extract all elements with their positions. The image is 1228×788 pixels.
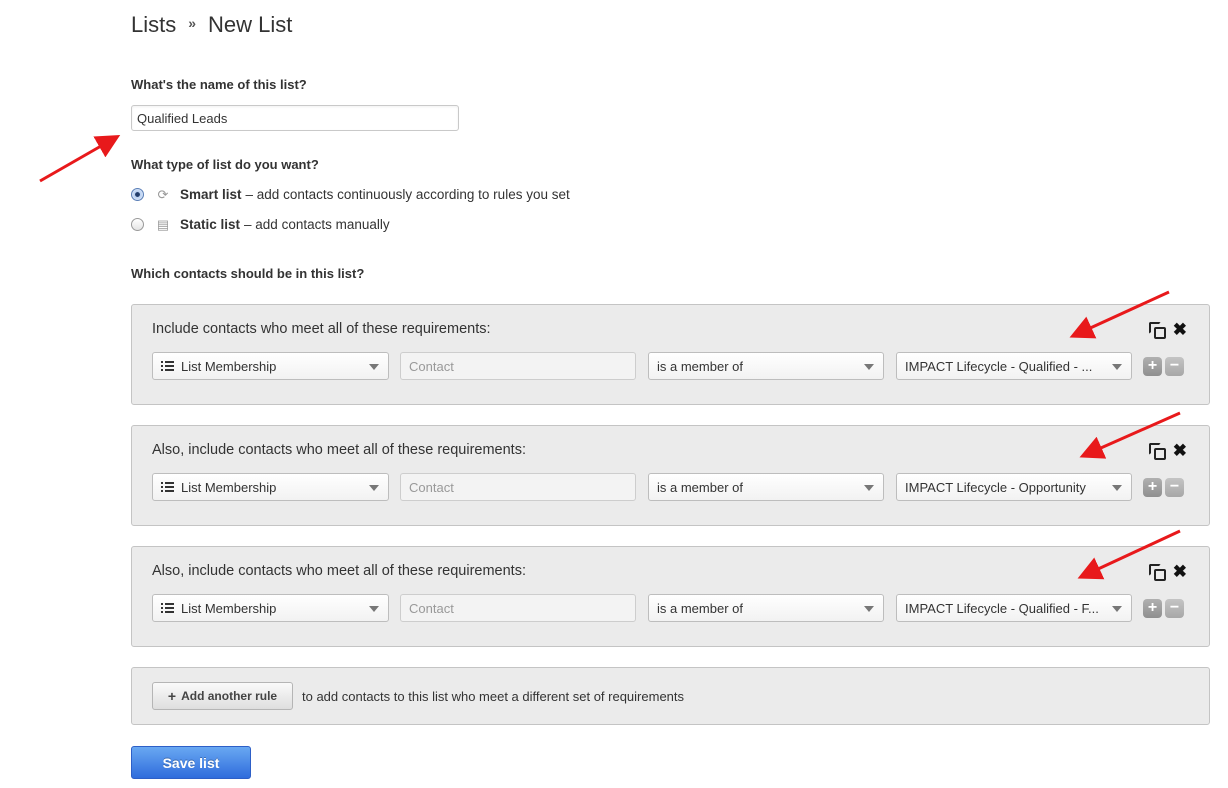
breadcrumb-lists-link[interactable]: Lists xyxy=(131,12,176,38)
remove-condition-button[interactable]: − xyxy=(1165,477,1184,497)
list-value: IMPACT Lifecycle - Opportunity xyxy=(905,479,1086,495)
chevron-down-icon xyxy=(1112,606,1122,612)
operator-value: is a member of xyxy=(657,358,743,374)
chevron-down-icon xyxy=(369,606,379,612)
operator-value: is a member of xyxy=(657,600,743,616)
breadcrumb: Lists » New List xyxy=(131,12,292,38)
contacts-section-label: Which contacts should be in this list? xyxy=(131,266,365,281)
filter-type-select[interactable]: List Membership xyxy=(152,594,389,622)
filter-type-value: List Membership xyxy=(181,358,277,374)
remove-condition-button[interactable]: − xyxy=(1165,598,1184,618)
list-value: IMPACT Lifecycle - Qualified - F... xyxy=(905,600,1099,616)
smart-list-radio[interactable] xyxy=(131,188,144,201)
annotation-arrow xyxy=(39,135,121,183)
document-icon: ▤ xyxy=(156,216,170,232)
save-list-button[interactable]: Save list xyxy=(131,746,251,779)
rule-group: Also, include contacts who meet all of t… xyxy=(131,425,1210,526)
list-name-label: What's the name of this list? xyxy=(131,77,307,92)
add-another-rule-button[interactable]: + Add another rule xyxy=(152,682,293,710)
smart-list-option[interactable]: ⟳ Smart list – add contacts continuously… xyxy=(131,187,570,202)
add-rule-description: to add contacts to this list who meet a … xyxy=(302,689,685,704)
list-value-select[interactable]: IMPACT Lifecycle - Opportunity xyxy=(896,473,1132,501)
rule-group-title: Include contacts who meet all of these r… xyxy=(152,321,491,337)
filter-type-select[interactable]: List Membership xyxy=(152,352,389,380)
operator-value: is a member of xyxy=(657,479,743,495)
chevron-down-icon xyxy=(864,364,874,370)
rule-group-title: Also, include contacts who meet all of t… xyxy=(152,563,526,579)
clone-icon[interactable] xyxy=(1148,442,1166,460)
clone-icon[interactable] xyxy=(1148,321,1166,339)
static-list-name: Static list xyxy=(180,217,241,232)
add-condition-button[interactable]: + xyxy=(1143,356,1162,376)
chevron-down-icon xyxy=(369,364,379,370)
add-condition-button[interactable]: + xyxy=(1143,598,1162,618)
filter-type-select[interactable]: List Membership xyxy=(152,473,389,501)
chevron-down-icon xyxy=(1112,485,1122,491)
object-field[interactable]: Contact xyxy=(400,473,636,501)
remove-condition-button[interactable]: − xyxy=(1165,356,1184,376)
rule-group: Also, include contacts who meet all of t… xyxy=(131,546,1210,647)
list-value: IMPACT Lifecycle - Qualified - ... xyxy=(905,358,1093,374)
static-list-radio[interactable] xyxy=(131,218,144,231)
filter-type-value: List Membership xyxy=(181,600,277,616)
object-field[interactable]: Contact xyxy=(400,352,636,380)
breadcrumb-separator: » xyxy=(188,15,197,31)
list-value-select[interactable]: IMPACT Lifecycle - Qualified - F... xyxy=(896,594,1132,622)
page-title: New List xyxy=(208,12,293,37)
operator-select[interactable]: is a member of xyxy=(648,473,884,501)
chevron-down-icon xyxy=(864,485,874,491)
list-name-input[interactable] xyxy=(131,105,459,131)
close-icon[interactable]: ✖ xyxy=(1173,563,1187,580)
rule-group: Include contacts who meet all of these r… xyxy=(131,304,1210,405)
list-value-select[interactable]: IMPACT Lifecycle - Qualified - ... xyxy=(896,352,1132,380)
rule-group-title: Also, include contacts who meet all of t… xyxy=(152,442,526,458)
add-rule-label: Add another rule xyxy=(181,689,278,703)
list-type-label: What type of list do you want? xyxy=(131,157,319,172)
static-list-option[interactable]: ▤ Static list – add contacts manually xyxy=(131,217,390,232)
close-icon[interactable]: ✖ xyxy=(1173,321,1187,338)
chevron-down-icon xyxy=(864,606,874,612)
chevron-down-icon xyxy=(369,485,379,491)
operator-select[interactable]: is a member of xyxy=(648,352,884,380)
chevron-down-icon xyxy=(1112,364,1122,370)
operator-select[interactable]: is a member of xyxy=(648,594,884,622)
clone-icon[interactable] xyxy=(1148,563,1166,581)
add-condition-button[interactable]: + xyxy=(1143,477,1162,497)
filter-type-value: List Membership xyxy=(181,479,277,495)
static-list-description: – add contacts manually xyxy=(244,217,390,232)
list-icon xyxy=(161,361,174,371)
add-rule-panel: + Add another rule to add contacts to th… xyxy=(131,667,1210,725)
object-field[interactable]: Contact xyxy=(400,594,636,622)
refresh-icon: ⟳ xyxy=(157,186,169,202)
list-icon xyxy=(161,603,174,613)
list-icon xyxy=(161,482,174,492)
smart-list-description: – add contacts continuously according to… xyxy=(245,187,570,202)
close-icon[interactable]: ✖ xyxy=(1173,442,1187,459)
plus-icon: + xyxy=(167,688,177,704)
smart-list-name: Smart list xyxy=(180,187,242,202)
